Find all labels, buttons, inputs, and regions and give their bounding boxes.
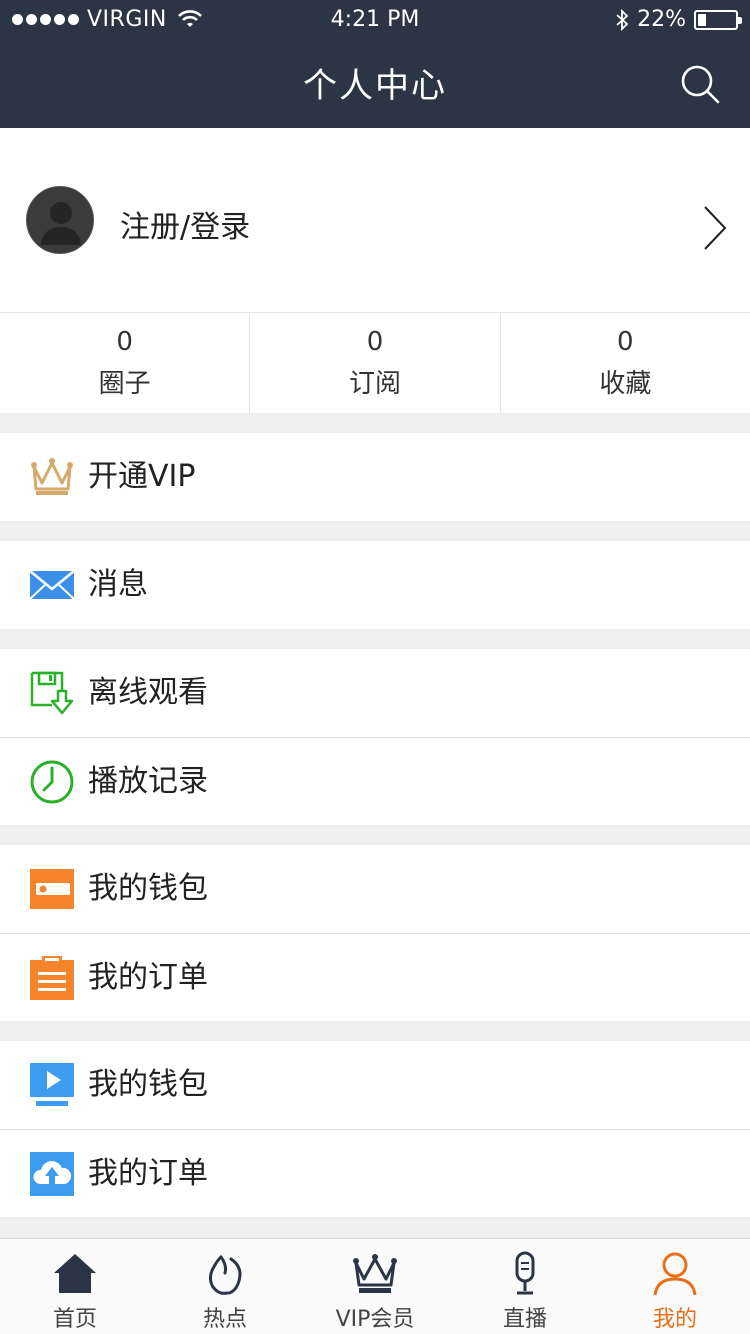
- crown-icon: [31, 458, 73, 495]
- home-icon: [54, 1254, 96, 1293]
- menu-item-label: 我的钱包: [88, 871, 208, 906]
- cloud-upload-icon: [30, 1152, 74, 1196]
- page-title: 个人中心: [303, 66, 447, 106]
- status-right: 22%: [615, 7, 742, 32]
- stat-value: 0: [116, 327, 133, 357]
- clipboard-icon: [30, 956, 74, 1000]
- tab-hot[interactable]: 热点: [150, 1239, 300, 1334]
- menu-item-vip[interactable]: 开通VIP: [0, 433, 750, 521]
- envelope-icon: [29, 570, 75, 600]
- menu-item-label: 消息: [88, 567, 148, 602]
- stat-circles[interactable]: 0 圈子: [0, 313, 251, 413]
- tab-live[interactable]: 直播: [450, 1239, 600, 1334]
- status-bar: VIRGIN 4:21 PM 22%: [0, 0, 750, 40]
- menu-item-label: 我的订单: [88, 960, 208, 995]
- menu-item-wallet[interactable]: 我的钱包: [0, 845, 750, 933]
- menu-item-messages[interactable]: 消息: [0, 541, 750, 629]
- tab-label: 热点: [202, 1307, 247, 1332]
- stat-value: 0: [366, 327, 384, 357]
- stat-label: 圈子: [98, 369, 151, 399]
- stat-value: 0: [617, 327, 634, 357]
- bottom-tab-bar: 首页 热点 VIP会员 直播 我的: [0, 1238, 750, 1334]
- microphone-icon: [515, 1251, 535, 1295]
- stat-favorites[interactable]: 0 收藏: [501, 313, 750, 413]
- battery-percent: 22%: [637, 7, 686, 32]
- default-avatar-icon: [26, 186, 94, 254]
- tab-label: VIP会员: [335, 1307, 415, 1332]
- login-register-label[interactable]: 注册/登录: [120, 202, 250, 246]
- tab-home[interactable]: 首页: [0, 1239, 150, 1334]
- download-save-icon: [30, 671, 74, 715]
- flame-icon: [208, 1255, 242, 1295]
- menu-item-label: 我的钱包: [88, 1067, 208, 1102]
- clock-icon: [30, 760, 74, 804]
- bluetooth-icon: [616, 8, 629, 31]
- profile-login-row[interactable]: 注册/登录: [0, 128, 750, 313]
- battery-icon: [694, 9, 742, 30]
- menu-item-orders[interactable]: 我的订单: [0, 934, 750, 1021]
- tab-label: 直播: [502, 1307, 547, 1332]
- stats-bar: 0 圈子 0 订阅 0 收藏: [0, 313, 750, 413]
- menu-item-label: 离线观看: [88, 675, 208, 710]
- menu-item-wallet-2[interactable]: 我的钱包: [0, 1041, 750, 1129]
- battery-nub: [738, 16, 742, 24]
- screen: VIRGIN 4:21 PM 22% 个人中心 注册/登录 0 圈子 0 订阅 …: [0, 0, 750, 1334]
- tab-mine[interactable]: 我的: [600, 1239, 750, 1334]
- menu-item-history[interactable]: 播放记录: [0, 738, 750, 825]
- tab-label: 我的: [652, 1307, 697, 1332]
- person-icon: [653, 1252, 697, 1296]
- video-screen-icon: [30, 1063, 74, 1106]
- stat-label: 收藏: [599, 369, 652, 399]
- wallet-icon: [30, 869, 74, 909]
- crown-icon: [353, 1254, 397, 1293]
- search-icon[interactable]: [678, 62, 724, 108]
- menu-item-offline[interactable]: 离线观看: [0, 649, 750, 737]
- stat-label: 订阅: [348, 369, 401, 399]
- battery-fill: [698, 13, 706, 26]
- tab-vip[interactable]: VIP会员: [300, 1239, 450, 1334]
- menu-item-orders-2[interactable]: 我的订单: [0, 1130, 750, 1217]
- menu-item-label: 开通VIP: [88, 459, 196, 494]
- menu-item-label: 播放记录: [88, 764, 208, 799]
- stat-subscriptions[interactable]: 0 订阅: [250, 313, 501, 413]
- top-bar: VIRGIN 4:21 PM 22% 个人中心: [0, 0, 750, 128]
- chevron-right-icon: [704, 206, 727, 250]
- tab-label: 首页: [52, 1307, 97, 1332]
- menu-item-label: 我的订单: [88, 1156, 208, 1191]
